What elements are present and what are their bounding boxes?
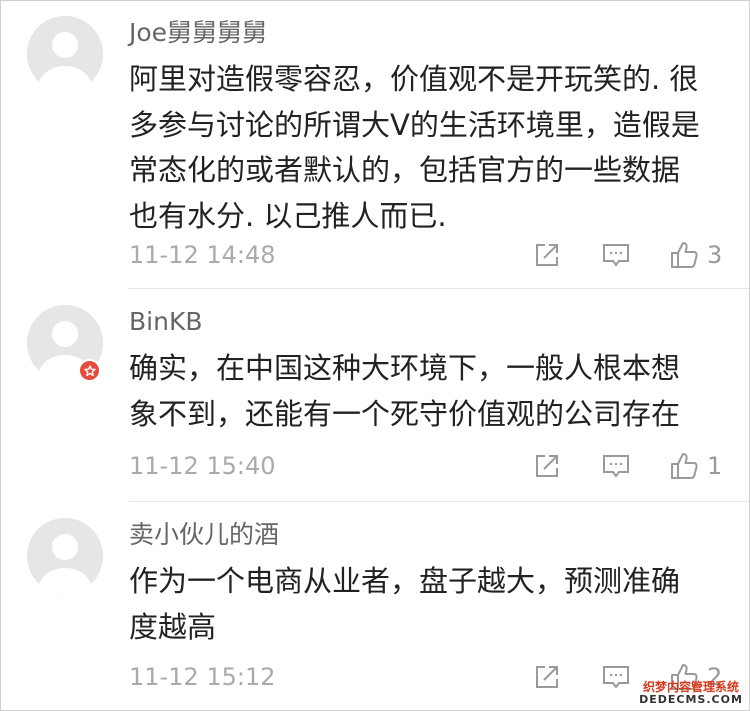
comment-text-line: 常态化的或者默认的，包括官方的一些数据 (129, 153, 681, 187)
default-avatar-icon (27, 518, 103, 594)
like-count: 3 (707, 241, 723, 269)
thumbs-up-icon (671, 242, 698, 268)
comment-text-line: 也有水分. 以己推人而已. (129, 198, 447, 233)
comment-icon (603, 455, 629, 478)
share-button[interactable] (533, 239, 561, 271)
username[interactable]: 卖小伙儿的酒 (129, 517, 279, 553)
comment-footer: 11-12 15:40 1 (129, 446, 729, 486)
comment-text-line: 度越高 (129, 609, 217, 644)
comment-text-line: 作为一个电商从业者，盘子越大，预测准确 (129, 564, 681, 598)
verified-badge (78, 359, 101, 382)
comment-item: Joe舅舅舅舅 阿里对造假零容忍，价值观不是开玩笑的. 很 多参与讨论的所谓大V… (1, 1, 749, 289)
avatar[interactable] (27, 16, 103, 92)
avatar[interactable] (27, 518, 103, 594)
like-button[interactable]: 1 (669, 450, 722, 482)
username[interactable]: BinKB (129, 304, 203, 340)
comment-icon (603, 244, 629, 267)
comment-text: 阿里对造假零容忍，价值观不是开玩笑的. 很 多参与讨论的所谓大V的生活环境里，造… (129, 57, 727, 239)
watermark-domain: DEDECMS.COM (639, 692, 743, 706)
like-button[interactable]: 3 (669, 239, 722, 271)
watermark-title: 织梦内容管理系统 (642, 679, 739, 694)
comment-text: 确实，在中国这种大环境下，一般人根本想 象不到，还能有一个死守价值观的公司存在 (129, 346, 727, 437)
timestamp: 11-12 14:48 (129, 241, 276, 269)
share-icon (536, 455, 558, 477)
share-icon (536, 244, 558, 266)
divider (129, 501, 749, 502)
watermark: 织梦内容管理系统 DEDECMS.COM (637, 679, 745, 706)
comment-text-line: 阿里对造假零容忍，价值观不是开玩笑的. 很 (129, 62, 699, 96)
default-avatar-icon (27, 16, 103, 92)
divider (129, 288, 749, 289)
reply-button[interactable] (601, 661, 631, 693)
timestamp: 11-12 15:12 (129, 663, 276, 691)
share-button[interactable] (533, 450, 561, 482)
comment-text: 作为一个电商从业者，盘子越大，预测准确 度越高 (129, 559, 727, 650)
comment-footer: 11-12 14:48 3 (129, 235, 729, 275)
thumbs-up-icon (671, 453, 698, 479)
like-count: 1 (707, 452, 723, 480)
share-icon (536, 666, 558, 688)
comment-text-line: 象不到，还能有一个死守价值观的公司存在 (129, 396, 681, 431)
comment-text-line: 多参与讨论的所谓大V的生活环境里，造假是 (129, 107, 700, 142)
comment-icon (603, 666, 629, 689)
timestamp: 11-12 15:40 (129, 452, 276, 480)
username[interactable]: Joe舅舅舅舅 (129, 15, 267, 51)
star-icon (83, 364, 96, 376)
comment-text-line: 确实，在中国这种大环境下，一般人根本想 (129, 351, 681, 385)
reply-button[interactable] (601, 239, 631, 271)
comment-item: BinKB 确实，在中国这种大环境下，一般人根本想 象不到，还能有一个死守价值观… (1, 290, 749, 502)
reply-button[interactable] (601, 450, 631, 482)
share-button[interactable] (533, 661, 561, 693)
comment-list: Joe舅舅舅舅 阿里对造假零容忍，价值观不是开玩笑的. 很 多参与讨论的所谓大V… (0, 0, 750, 711)
